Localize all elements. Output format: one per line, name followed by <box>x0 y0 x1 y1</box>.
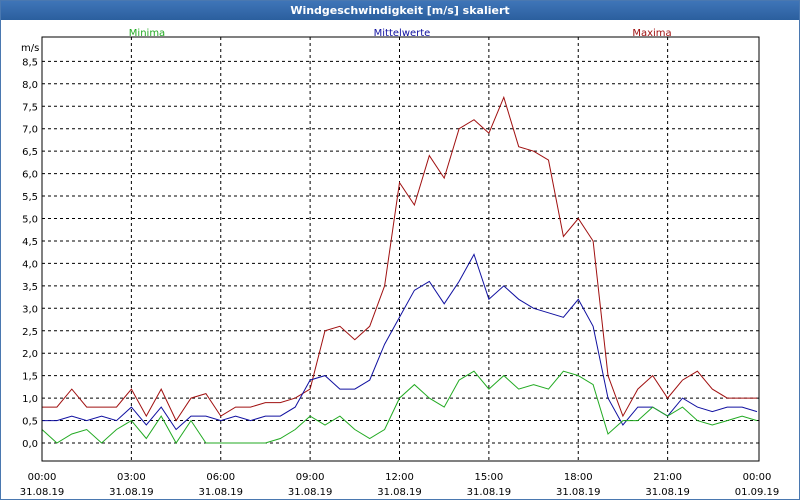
x-tick-time: 12:00 <box>385 472 414 483</box>
chart-canvas: Minima Mittelwerte Maxima m/s 0,0 0,5 1,0 1… <box>20 28 780 498</box>
x-tick-time: 15:00 <box>474 472 503 483</box>
y-tick-label: 0,5 <box>22 417 38 428</box>
y-tick-label: 6,0 <box>22 170 38 181</box>
x-tick-date: 31.08.19 <box>377 487 422 498</box>
legend-minima: Minima <box>129 28 165 39</box>
y-tick-label: 4,5 <box>22 237 38 248</box>
y-tick-labels: 0,0 0,5 1,0 1,5 2,0 2,5 3,0 3,5 4,0 4,5 5,0 5,5 6,0 6… <box>22 57 38 450</box>
x-tick-date: 31.08.19 <box>20 487 65 498</box>
chart-window: Windgeschwindigkeit [m/s] skaliert Minim… <box>0 0 800 500</box>
y-tick-label: 8,5 <box>22 57 38 68</box>
x-tick-date: 31.08.19 <box>556 487 601 498</box>
x-tick-date: 31.08.19 <box>467 487 512 498</box>
y-tick-label: 8,0 <box>22 80 38 91</box>
x-tick-date: 31.08.19 <box>288 487 333 498</box>
y-tick-label: 0,0 <box>22 439 38 450</box>
x-tick-labels: 00:00 31.08.19 03:00 31.08.19 06:00 31.08.19 0… <box>20 472 780 498</box>
x-tick-time: 21:00 <box>653 472 682 483</box>
x-tick-time: 03:00 <box>117 472 146 483</box>
x-tick-time: 06:00 <box>206 472 235 483</box>
x-tick-time: 00:00 <box>28 472 57 483</box>
x-tick-date: 31.08.19 <box>109 487 154 498</box>
x-tick-date: 01.09.19 <box>735 487 780 498</box>
y-tick-label: 2,5 <box>22 327 38 338</box>
legend-maxima: Maxima <box>632 28 671 39</box>
y-tick-label: 1,0 <box>22 394 38 405</box>
y-tick-label: 7,0 <box>22 125 38 136</box>
y-tick-label: 1,5 <box>22 372 38 383</box>
y-tick-label: 4,0 <box>22 259 38 270</box>
y-tick-label: 5,5 <box>22 192 38 203</box>
y-axis-unit: m/s <box>21 43 39 54</box>
x-tick-date: 31.08.19 <box>645 487 690 498</box>
y-tick-label: 7,5 <box>22 102 38 113</box>
legend-mittelwerte: Mittelwerte <box>374 28 431 39</box>
x-tick-time: 18:00 <box>564 472 593 483</box>
y-tick-label: 6,5 <box>22 147 38 158</box>
x-tick-time: 09:00 <box>296 472 325 483</box>
y-tick-label: 3,5 <box>22 282 38 293</box>
x-tick-time: 00:00 <box>743 472 772 483</box>
y-tick-label: 5,0 <box>22 215 38 226</box>
y-tick-label: 2,0 <box>22 349 38 360</box>
y-tick-label: 3,0 <box>22 304 38 315</box>
x-tick-date: 31.08.19 <box>198 487 243 498</box>
